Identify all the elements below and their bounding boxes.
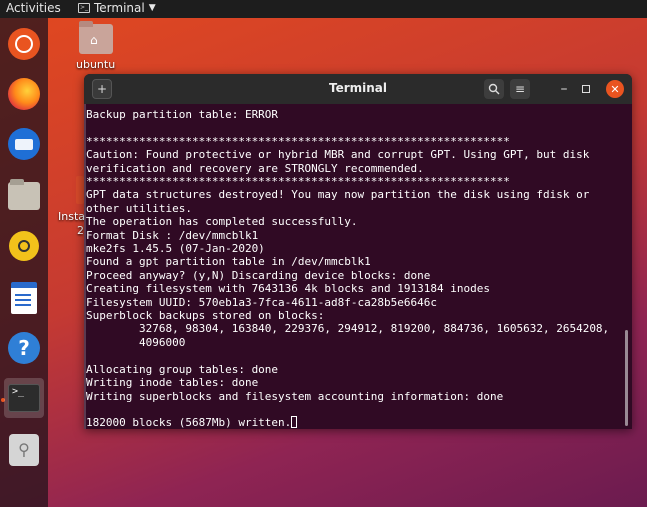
app-menu[interactable]: >_ Terminal ▼ (78, 1, 156, 15)
terminal-line: Creating filesystem with 7643136 4k bloc… (86, 282, 490, 296)
home-icon: ⌂ (90, 33, 98, 47)
terminal-line: Filesystem UUID: 570eb1a3-7fca-4611-ad8f… (86, 295, 437, 309)
terminal-line: Proceed anyway? (y,N) Discarding device … (86, 268, 431, 282)
usb-icon: ⚲ (9, 434, 39, 466)
desktop-installer-label: Insta (58, 210, 86, 223)
terminal-line: Format Disk : /dev/mmcblk1 (86, 228, 259, 242)
dock-firefox[interactable] (4, 74, 44, 114)
terminal-line: mke2fs 1.45.5 (07-Jan-2020) (86, 242, 265, 256)
terminal-line: ****************************************… (86, 134, 510, 148)
rhythmbox-icon (9, 231, 39, 261)
firefox-icon (8, 78, 40, 110)
terminal-line: verification and recovery are STRONGLY r… (86, 161, 424, 175)
terminal-line: Caution: Found protective or hybrid MBR … (86, 148, 590, 162)
terminal-line: The operation has completed successfully… (86, 215, 358, 229)
terminal-icon: >_ (8, 384, 40, 412)
search-button[interactable] (484, 79, 504, 99)
terminal-icon: >_ (78, 3, 90, 13)
writer-icon (11, 282, 37, 314)
minimize-icon: – (560, 81, 568, 97)
terminal-line: Writing inode tables: done (86, 376, 259, 390)
dock-thunderbird[interactable] (4, 124, 44, 164)
dock-help[interactable]: ? (4, 328, 44, 368)
terminal-line: Superblock backups stored on blocks: (86, 309, 325, 323)
terminal-line: Allocating group tables: done (86, 362, 279, 376)
top-bar: Activities >_ Terminal ▼ (0, 0, 647, 18)
files-icon (8, 179, 40, 210)
desktop-installer-label-2: 2 (77, 224, 84, 237)
terminal-window[interactable]: + Terminal ≡ – ✕ Backup partition table:… (84, 74, 632, 429)
close-icon: ✕ (610, 82, 620, 96)
search-icon (488, 83, 500, 95)
desktop-home-label: ubuntu (76, 58, 116, 71)
help-icon: ? (8, 332, 40, 364)
dock-usb-creator[interactable]: ⚲ (4, 430, 44, 470)
dock-writer[interactable] (4, 278, 44, 318)
terminal-line: 32768, 98304, 163840, 229376, 294912, 81… (86, 322, 610, 336)
terminal-line: 4096000 (86, 335, 186, 349)
dock: ? >_ ⚲ (0, 18, 48, 507)
minimize-button[interactable]: – (554, 79, 574, 99)
terminal-line: Writing superblocks and filesystem accou… (86, 389, 504, 403)
dock-rhythmbox[interactable] (4, 226, 44, 266)
dock-terminal[interactable]: >_ (4, 378, 44, 418)
terminal-output[interactable]: Backup partition table: ERROR ***********… (84, 104, 624, 429)
maximize-icon (582, 85, 590, 93)
ubuntu-logo-icon (8, 28, 40, 60)
chevron-down-icon: ▼ (148, 3, 156, 13)
dock-files[interactable] (4, 176, 44, 216)
maximize-button[interactable] (576, 79, 596, 99)
activities-button[interactable]: Activities (6, 1, 61, 15)
terminal-line: ****************************************… (86, 175, 510, 189)
terminal-titlebar[interactable]: + Terminal ≡ – ✕ (84, 74, 632, 104)
close-button[interactable]: ✕ (606, 80, 624, 98)
hamburger-menu-button[interactable]: ≡ (510, 79, 530, 99)
scrollbar[interactable] (625, 330, 628, 426)
terminal-line: other utilities. (86, 201, 192, 215)
terminal-line: 182000 blocks (5687Mb) written. (86, 416, 624, 429)
hamburger-icon: ≡ (514, 82, 526, 96)
folder-icon: ⌂ (79, 21, 113, 54)
dock-ubuntu[interactable] (4, 24, 44, 64)
thunderbird-icon (8, 128, 40, 160)
app-menu-label: Terminal (94, 1, 145, 15)
terminal-line: Found a gpt partition table in /dev/mmcb… (86, 255, 371, 269)
terminal-line: GPT data structures destroyed! You may n… (86, 188, 590, 202)
installer-icon[interactable] (76, 176, 84, 204)
window-title: Terminal (328, 81, 388, 95)
text-cursor (291, 416, 298, 429)
terminal-line: Backup partition table: ERROR (86, 108, 279, 121)
